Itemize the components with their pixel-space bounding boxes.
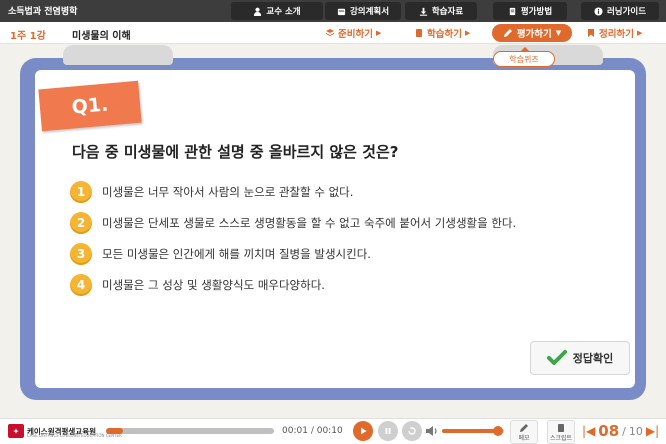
lesson-title: 미생물의 이해	[72, 31, 131, 42]
step-summary-label: 정리하기	[599, 29, 634, 40]
top-bar: 소득법과 전염병학 교수 소개 강의계획서 학습자료 평가방법 러닝가이드	[0, 0, 666, 22]
document-icon	[509, 7, 516, 15]
quiz-option[interactable]: 2 미생물은 단세포 생물로 스스로 생명활동을 할 수 없고 숙주에 붙어서 …	[70, 212, 516, 234]
lesson-bar: 1주 1강 미생물의 이해 준비하기 ▶ 학습하기 ▶ 평가하기 ▼ 정리하기 …	[0, 22, 666, 44]
calendar-icon	[337, 8, 346, 15]
user-icon	[254, 7, 262, 16]
learning-guide-button[interactable]: 러닝가이드	[581, 2, 659, 20]
prev-page-icon[interactable]: |◀	[582, 424, 595, 438]
page-navigation: |◀ 08 / 10 ▶|	[582, 422, 659, 440]
option-number-badge: 3	[70, 243, 92, 265]
pause-icon	[385, 428, 391, 434]
step-learn[interactable]: 학습하기 ▶	[414, 26, 470, 40]
memo-button[interactable]: 메모	[510, 420, 538, 444]
play-button[interactable]	[353, 421, 373, 441]
submenu-quiz[interactable]: 학습퀴즈	[493, 47, 555, 67]
syllabus-label: 강의계획서	[349, 7, 390, 17]
volume-knob[interactable]	[492, 426, 503, 436]
time-display: 00:01 / 00:10	[282, 426, 343, 436]
professor-intro-button[interactable]: 교수 소개	[231, 2, 323, 20]
script-icon	[558, 423, 564, 432]
option-number-badge: 4	[70, 274, 92, 296]
volume-slider[interactable]	[442, 426, 504, 436]
professor-intro-label: 교수 소개	[266, 7, 301, 17]
step-learn-label: 학습하기	[427, 29, 462, 40]
volume-fill	[442, 429, 498, 433]
info-icon	[594, 6, 603, 16]
memo-icon	[520, 423, 528, 432]
pencil-icon	[503, 29, 512, 37]
pause-button[interactable]	[378, 421, 398, 441]
evaluation-method-label: 평가방법	[520, 7, 553, 17]
time-current: 00:01	[282, 426, 308, 436]
evaluation-method-button[interactable]: 평가방법	[493, 2, 567, 20]
option-text: 미생물은 그 성상 및 생활양식도 매우다양하다.	[102, 278, 325, 292]
logo-mark-icon: ✦	[8, 424, 24, 438]
memo-label: 메모	[518, 434, 530, 442]
play-icon	[361, 427, 367, 435]
download-icon	[419, 7, 427, 16]
checkmark-icon	[546, 350, 567, 365]
question-text: 다음 중 미생물에 관한 설명 중 올바르지 않은 것은?	[72, 143, 399, 161]
page-current: 08	[598, 422, 620, 440]
quiz-option[interactable]: 3 모든 미생물은 인간에게 해를 끼치며 질병을 발생시킨다.	[70, 243, 371, 265]
learning-guide-label: 러닝가이드	[606, 7, 647, 17]
step-evaluate-label: 평가하기	[516, 29, 552, 40]
step-evaluate[interactable]: 평가하기 ▼	[492, 24, 572, 42]
option-number-badge: 1	[70, 181, 92, 203]
time-total: 00:10	[316, 426, 343, 436]
question-number-tag: Q1.	[38, 80, 142, 132]
check-answer-button[interactable]: 정답확인	[530, 341, 630, 375]
chevron-right-icon: ▶	[464, 29, 471, 37]
step-prepare-label: 준비하기	[338, 29, 373, 40]
option-text: 미생물은 너무 작아서 사람의 눈으로 관찰할 수 없다.	[102, 185, 354, 199]
layers-icon	[326, 29, 334, 36]
materials-button[interactable]: 학습자료	[405, 2, 477, 20]
week-label: 1주 1강	[10, 31, 46, 42]
caret-down-icon: ▼	[555, 29, 562, 37]
script-label: 스크립트	[549, 434, 573, 442]
script-button[interactable]: 스크립트	[547, 420, 575, 444]
step-prepare[interactable]: 준비하기 ▶	[325, 26, 381, 40]
player-bar: ✦ 케이스원격평생교육원 CASE DISTANCE LIFELONG EDUC…	[0, 418, 666, 444]
check-answer-label: 정답확인	[572, 352, 614, 365]
option-number-badge: 2	[70, 212, 92, 234]
progress-fill	[106, 428, 123, 434]
option-text: 미생물은 단세포 생물로 스스로 생명활동을 할 수 없고 숙주에 붙어서 기생…	[102, 216, 517, 230]
syllabus-button[interactable]: 강의계획서	[325, 2, 401, 20]
time-separator: /	[310, 426, 314, 436]
step-summary[interactable]: 정리하기 ▶	[586, 26, 642, 40]
page-separator: /	[622, 424, 626, 438]
chevron-right-icon: ▶	[375, 29, 382, 37]
board-clip	[63, 45, 173, 65]
quiz-option[interactable]: 4 미생물은 그 성상 및 생활양식도 매우다양하다.	[70, 274, 325, 296]
page-total: 10	[628, 424, 643, 438]
replay-button[interactable]	[402, 421, 422, 441]
book-icon	[416, 29, 422, 37]
replay-icon	[408, 426, 416, 435]
chevron-right-icon: ▶	[636, 29, 643, 37]
quiz-option[interactable]: 1 미생물은 너무 작아서 사람의 눈으로 관찰할 수 없다.	[70, 181, 353, 203]
bookmark-icon	[588, 29, 594, 37]
progress-bar[interactable]	[106, 428, 274, 434]
materials-label: 학습자료	[431, 7, 464, 17]
option-text: 모든 미생물은 인간에게 해를 끼치며 질병을 발생시킨다.	[102, 247, 371, 261]
volume-icon[interactable]	[425, 425, 439, 437]
next-page-icon[interactable]: ▶|	[646, 424, 659, 438]
course-title: 소득법과 전염병학	[8, 7, 78, 17]
